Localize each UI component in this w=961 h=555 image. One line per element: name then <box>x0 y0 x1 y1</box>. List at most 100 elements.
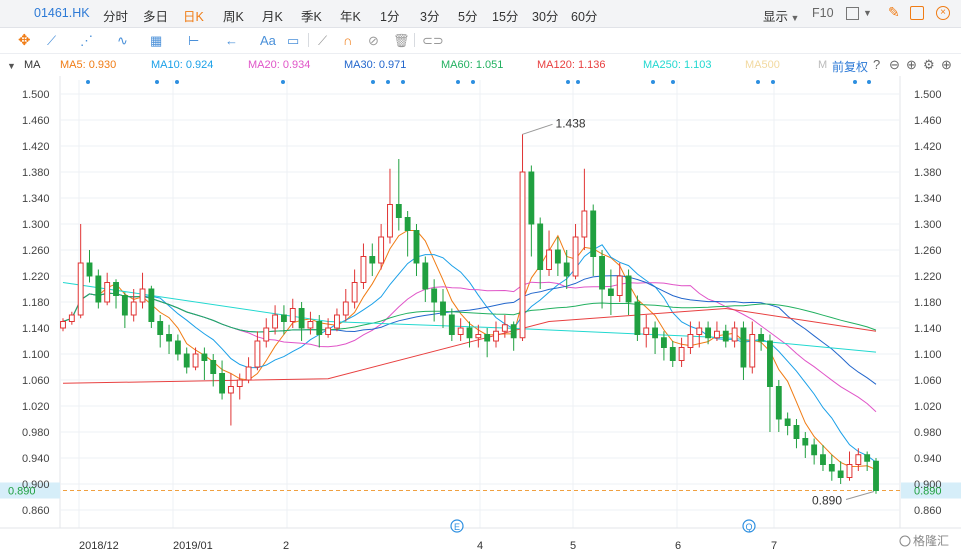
tab-15min[interactable]: 15分 <box>492 6 518 25</box>
event-dot <box>386 80 390 84</box>
y-axis-right: 1.500 1.460 1.420 1.380 1.340 1.300 1.260 1.220… <box>914 89 942 517</box>
y-tick-label: 1.340 <box>22 193 50 205</box>
collapse-icon[interactable]: ▼ <box>7 61 16 71</box>
wave-tool-icon[interactable]: ∿ <box>117 33 128 49</box>
grid-tool-icon[interactable]: ▦ <box>150 33 162 49</box>
candle-body <box>749 334 756 368</box>
text-tool-button[interactable]: Aa <box>260 33 276 48</box>
candle-body <box>678 347 685 361</box>
y-tick-label: 1.460 <box>22 115 50 127</box>
candle-body <box>660 337 667 348</box>
polyline-tool-icon[interactable]: ⋰ <box>80 33 93 49</box>
candle-body <box>855 454 862 465</box>
zoom-out-icon[interactable]: ⊖ <box>889 57 900 73</box>
tab-intraday[interactable]: 分时 <box>103 6 128 25</box>
low-annotation: 0.890 <box>812 494 842 508</box>
tab-daily-k[interactable]: 日K <box>183 6 204 25</box>
candle-body <box>784 418 791 426</box>
tab-3min[interactable]: 3分 <box>420 6 439 25</box>
hide-drawing-icon[interactable]: ⊘ <box>368 33 379 49</box>
candle-body <box>846 464 853 478</box>
ma-indicator-bar: ▼ MA MA5: 0.930 MA10: 0.924 MA20: 0.934 … <box>0 56 961 76</box>
close-circle-icon[interactable]: × <box>936 6 950 20</box>
candle-body <box>431 288 438 303</box>
candle-body <box>395 204 402 218</box>
candle-body <box>722 330 729 342</box>
y-tick-label: 1.180 <box>914 297 942 309</box>
candle-body <box>263 327 270 342</box>
tab-multiday[interactable]: 多日 <box>143 6 168 25</box>
candle-body <box>519 171 526 339</box>
candle-body <box>86 262 93 277</box>
candle-body <box>148 288 155 322</box>
candle-body <box>351 282 358 303</box>
expand-icon[interactable]: ⊕ <box>941 57 952 73</box>
tab-30min[interactable]: 30分 <box>532 6 558 25</box>
candle-body <box>767 340 773 387</box>
candle-body <box>121 295 128 316</box>
tab-5min[interactable]: 5分 <box>458 6 477 25</box>
tab-weekly-k[interactable]: 周K <box>223 6 244 25</box>
candle-body <box>68 314 75 322</box>
pencil-icon[interactable]: ✎ <box>888 4 900 21</box>
event-dot <box>756 80 760 84</box>
tab-quarterly-k[interactable]: 季K <box>301 6 322 25</box>
y-tick-label: 1.260 <box>914 245 942 257</box>
magnet-icon[interactable]: ∩ <box>343 33 352 48</box>
line-tool-icon[interactable]: ⟋ <box>47 33 56 49</box>
checkbox-icon[interactable] <box>846 7 859 20</box>
tab-monthly-k[interactable]: 月K <box>262 6 283 25</box>
candle-body <box>219 373 225 394</box>
zoom-in-icon[interactable]: ⊕ <box>906 57 917 73</box>
ma5-value: MA5: 0.930 <box>60 59 117 71</box>
y-tick-label: 1.460 <box>914 115 942 127</box>
ma-label[interactable]: MA <box>24 59 41 71</box>
high-annotation-line <box>522 123 553 135</box>
event-marker-label: E <box>454 522 460 532</box>
tab-60min[interactable]: 60分 <box>571 6 597 25</box>
candle-body <box>484 334 491 342</box>
settings-icon[interactable]: ⚙ <box>923 57 935 73</box>
candle-body <box>643 327 650 335</box>
candle-body <box>104 282 111 303</box>
candle-body <box>652 327 659 339</box>
fullscreen-icon[interactable] <box>910 6 924 20</box>
low-annotation-line <box>845 491 875 500</box>
comment-icon[interactable]: ▭ <box>287 33 299 49</box>
x-tick-label: 5 <box>570 540 576 552</box>
event-dot <box>576 80 580 84</box>
candle-body <box>342 301 349 316</box>
candlestick-chart[interactable]: 1.500 1.460 1.420 1.380 1.340 1.300 1.260 1.220… <box>0 76 961 555</box>
event-dot <box>175 80 179 84</box>
adjust-mode-button[interactable]: 前复权 <box>832 58 868 75</box>
candle-body <box>227 386 234 394</box>
candle-body <box>289 308 296 322</box>
tab-yearly-k[interactable]: 年K <box>340 6 361 25</box>
ma120-value: MA120: 1.136 <box>537 59 606 71</box>
candle-body <box>325 327 332 335</box>
event-dot <box>471 80 475 84</box>
measure-tool-icon[interactable]: ⊢ <box>188 33 199 49</box>
help-icon[interactable]: ? <box>873 57 880 72</box>
candle-body <box>634 301 641 335</box>
y-tick-label: 1.100 <box>914 349 942 361</box>
ruler-icon[interactable]: ⟋ <box>318 33 327 49</box>
high-annotation: 1.438 <box>556 116 586 130</box>
drawing-toolbar: ✥ ⟋ ⋰ ∿ ▦ ⊢ ← Aa ▭ ⟋ ∩ ⊘ 🗑 ⊂⊃ <box>0 28 961 54</box>
crosshair-move-icon[interactable]: ✥ <box>18 31 31 49</box>
candle-body <box>422 262 429 290</box>
candle-body <box>696 327 703 335</box>
display-menu[interactable]: 显示 ▼ <box>763 6 799 25</box>
stock-symbol[interactable]: 01461.HK <box>34 6 90 20</box>
f10-button[interactable]: F10 <box>812 6 834 20</box>
candle-body <box>272 314 279 329</box>
candle-body <box>307 321 314 329</box>
tab-1min[interactable]: 1分 <box>380 6 399 25</box>
chevron-down-icon[interactable]: ▼ <box>863 8 872 18</box>
y-tick-label: 0.980 <box>22 427 50 439</box>
link-icon[interactable]: ⊂⊃ <box>422 33 444 49</box>
arrow-left-icon[interactable]: ← <box>225 33 238 48</box>
y-tick-label: 1.020 <box>914 401 942 413</box>
delete-drawing-icon[interactable]: 🗑 <box>393 33 410 49</box>
y-tick-label: 0.980 <box>914 427 942 439</box>
